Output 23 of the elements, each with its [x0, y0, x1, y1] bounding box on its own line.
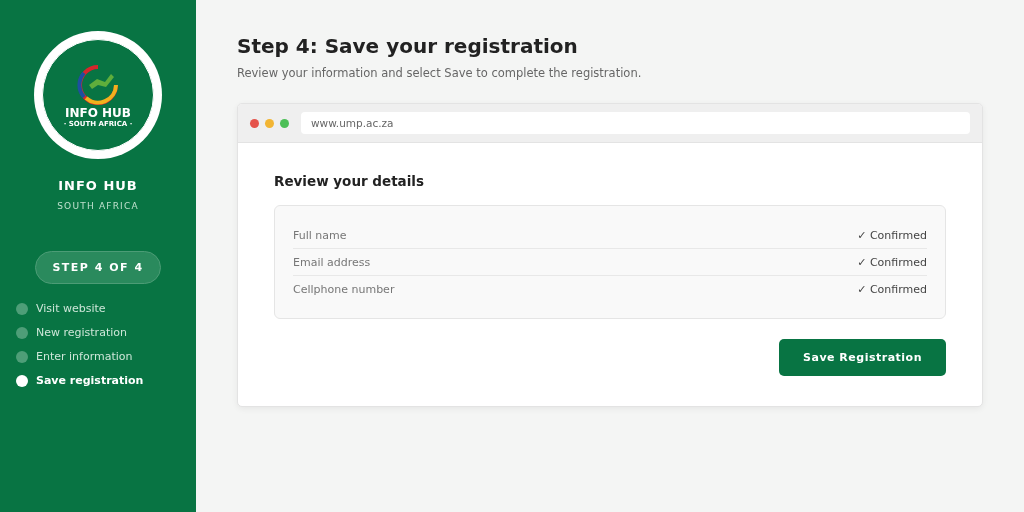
- step-badge: STEP 4 OF 4: [35, 251, 161, 284]
- detail-label: Cellphone number: [293, 283, 395, 296]
- swirl-icon: [75, 62, 121, 105]
- step-label: Enter information: [36, 350, 133, 363]
- page-title: Step 4: Save your registration: [237, 34, 579, 58]
- page-subtitle: Review your information and select Save to complete the registration.: [237, 66, 643, 80]
- brand-name: INFO HUB: [58, 178, 138, 193]
- detail-status: ✓ Confirmed: [857, 283, 927, 296]
- detail-label: Full name: [293, 229, 347, 242]
- minimize-dot-icon[interactable]: [265, 118, 274, 128]
- address-field[interactable]: www.ump.ac.za: [301, 112, 970, 134]
- detail-status: ✓ Confirmed: [857, 229, 927, 242]
- detail-label: Email address: [293, 256, 371, 269]
- save-button[interactable]: Save Registration: [779, 339, 946, 376]
- step-label: Save registration: [36, 374, 144, 387]
- logo-title: INFO HUB: [65, 106, 131, 120]
- maximize-dot-icon[interactable]: [280, 118, 289, 128]
- detail-status: ✓ Confirmed: [857, 256, 927, 269]
- brand-tagline: SOUTH AFRICA: [57, 201, 139, 211]
- close-dot-icon[interactable]: [250, 118, 259, 128]
- section-title: Review your details: [274, 173, 426, 189]
- step-label: Visit website: [36, 302, 106, 315]
- step-label: New registration: [36, 326, 127, 339]
